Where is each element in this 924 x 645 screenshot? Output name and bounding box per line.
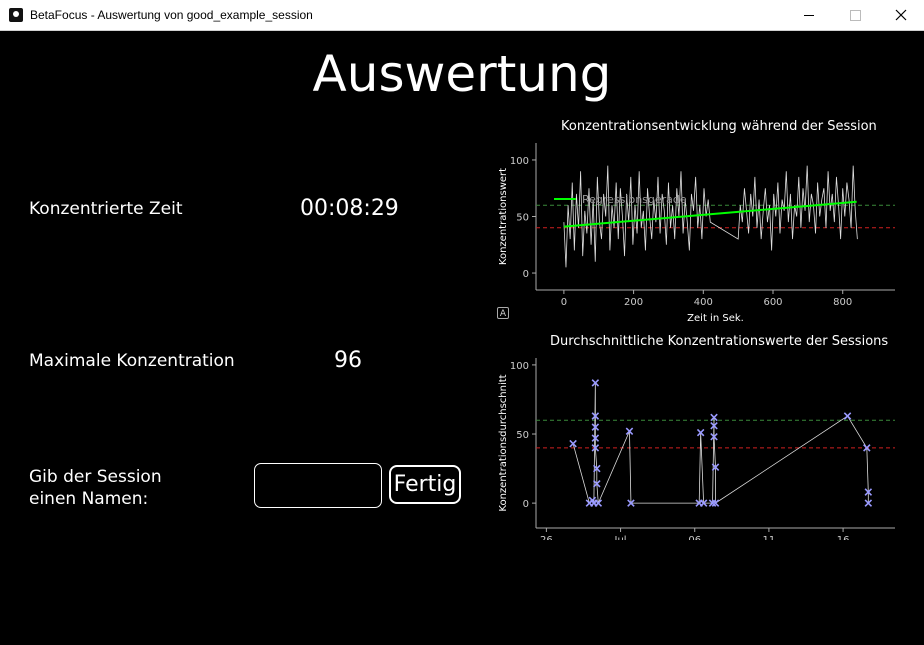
session-connector-line — [572, 382, 869, 504]
x-tick-label: 06 — [688, 535, 701, 540]
chart1-title: Konzentrationsentwicklung während der Se… — [561, 119, 877, 134]
max-concentration-label: Maximale Konzentration — [29, 351, 235, 371]
raw-data-line — [563, 165, 858, 268]
x-tick-label: 800 — [833, 297, 852, 308]
y-tick-label: 50 — [516, 430, 529, 441]
session-name-label-line1: Gib der Session — [29, 467, 162, 487]
maximize-button[interactable] — [832, 0, 878, 30]
main-content: Auswertung Konzentrierte Zeit 00:08:29 M… — [0, 31, 924, 645]
session-name-label-line2: einen Namen: — [29, 489, 149, 509]
minimize-button[interactable] — [786, 0, 832, 30]
x-tick-label: 200 — [624, 297, 643, 308]
focus-time-value: 00:08:29 — [300, 196, 399, 221]
y-tick-label: 0 — [523, 499, 529, 510]
window-title: BetaFocus - Auswertung von good_example_… — [30, 8, 313, 22]
x-tick-label: 11 — [763, 535, 776, 540]
title-bar: BetaFocus - Auswertung von good_example_… — [0, 0, 924, 31]
x-tick-label: 400 — [694, 297, 713, 308]
y-axis-label: Konzentrationswert — [498, 168, 509, 265]
x-tick-label: Jul — [614, 535, 627, 540]
x-tick-label: 600 — [763, 297, 782, 308]
legend-label: Regressionsgerade — [582, 193, 687, 206]
session-name-input[interactable] — [254, 463, 382, 508]
session-averages-chart[interactable]: 26Jul061116050100SessionKonzentrationsdu… — [490, 350, 910, 540]
y-tick-label: 100 — [510, 361, 529, 372]
minimize-icon — [804, 14, 814, 16]
close-icon — [895, 9, 907, 21]
chart2-title: Durchschnittliche Konzentrationswerte de… — [550, 334, 889, 349]
x-tick-label: 0 — [561, 297, 567, 308]
concentration-line-chart[interactable]: 0 200 400 600 800 0 50 100 Regressionsgerade Zeit… — [490, 135, 910, 325]
x-tick-label: 16 — [837, 535, 850, 540]
y-axis-label: Konzentrationsdurchschnitt — [498, 374, 509, 511]
max-concentration-value: 96 — [334, 348, 362, 373]
y-tick-label: 0 — [523, 269, 529, 280]
fertig-button[interactable]: Fertig — [389, 465, 461, 504]
session-point — [569, 439, 577, 448]
session-name-label: Gib der Session einen Namen: — [29, 466, 162, 510]
maximize-icon — [849, 9, 861, 21]
y-tick-label: 50 — [516, 213, 529, 224]
auto-range-button[interactable]: A — [497, 307, 509, 319]
page-title: Auswertung — [312, 45, 612, 103]
y-tick-label: 100 — [510, 156, 529, 167]
session-point — [843, 412, 852, 420]
app-icon — [9, 8, 23, 22]
x-tick-label: 26 — [540, 535, 553, 540]
x-axis-label: Zeit in Sek. — [687, 313, 744, 324]
focus-time-label: Konzentrierte Zeit — [29, 199, 183, 219]
close-button[interactable] — [878, 0, 924, 30]
